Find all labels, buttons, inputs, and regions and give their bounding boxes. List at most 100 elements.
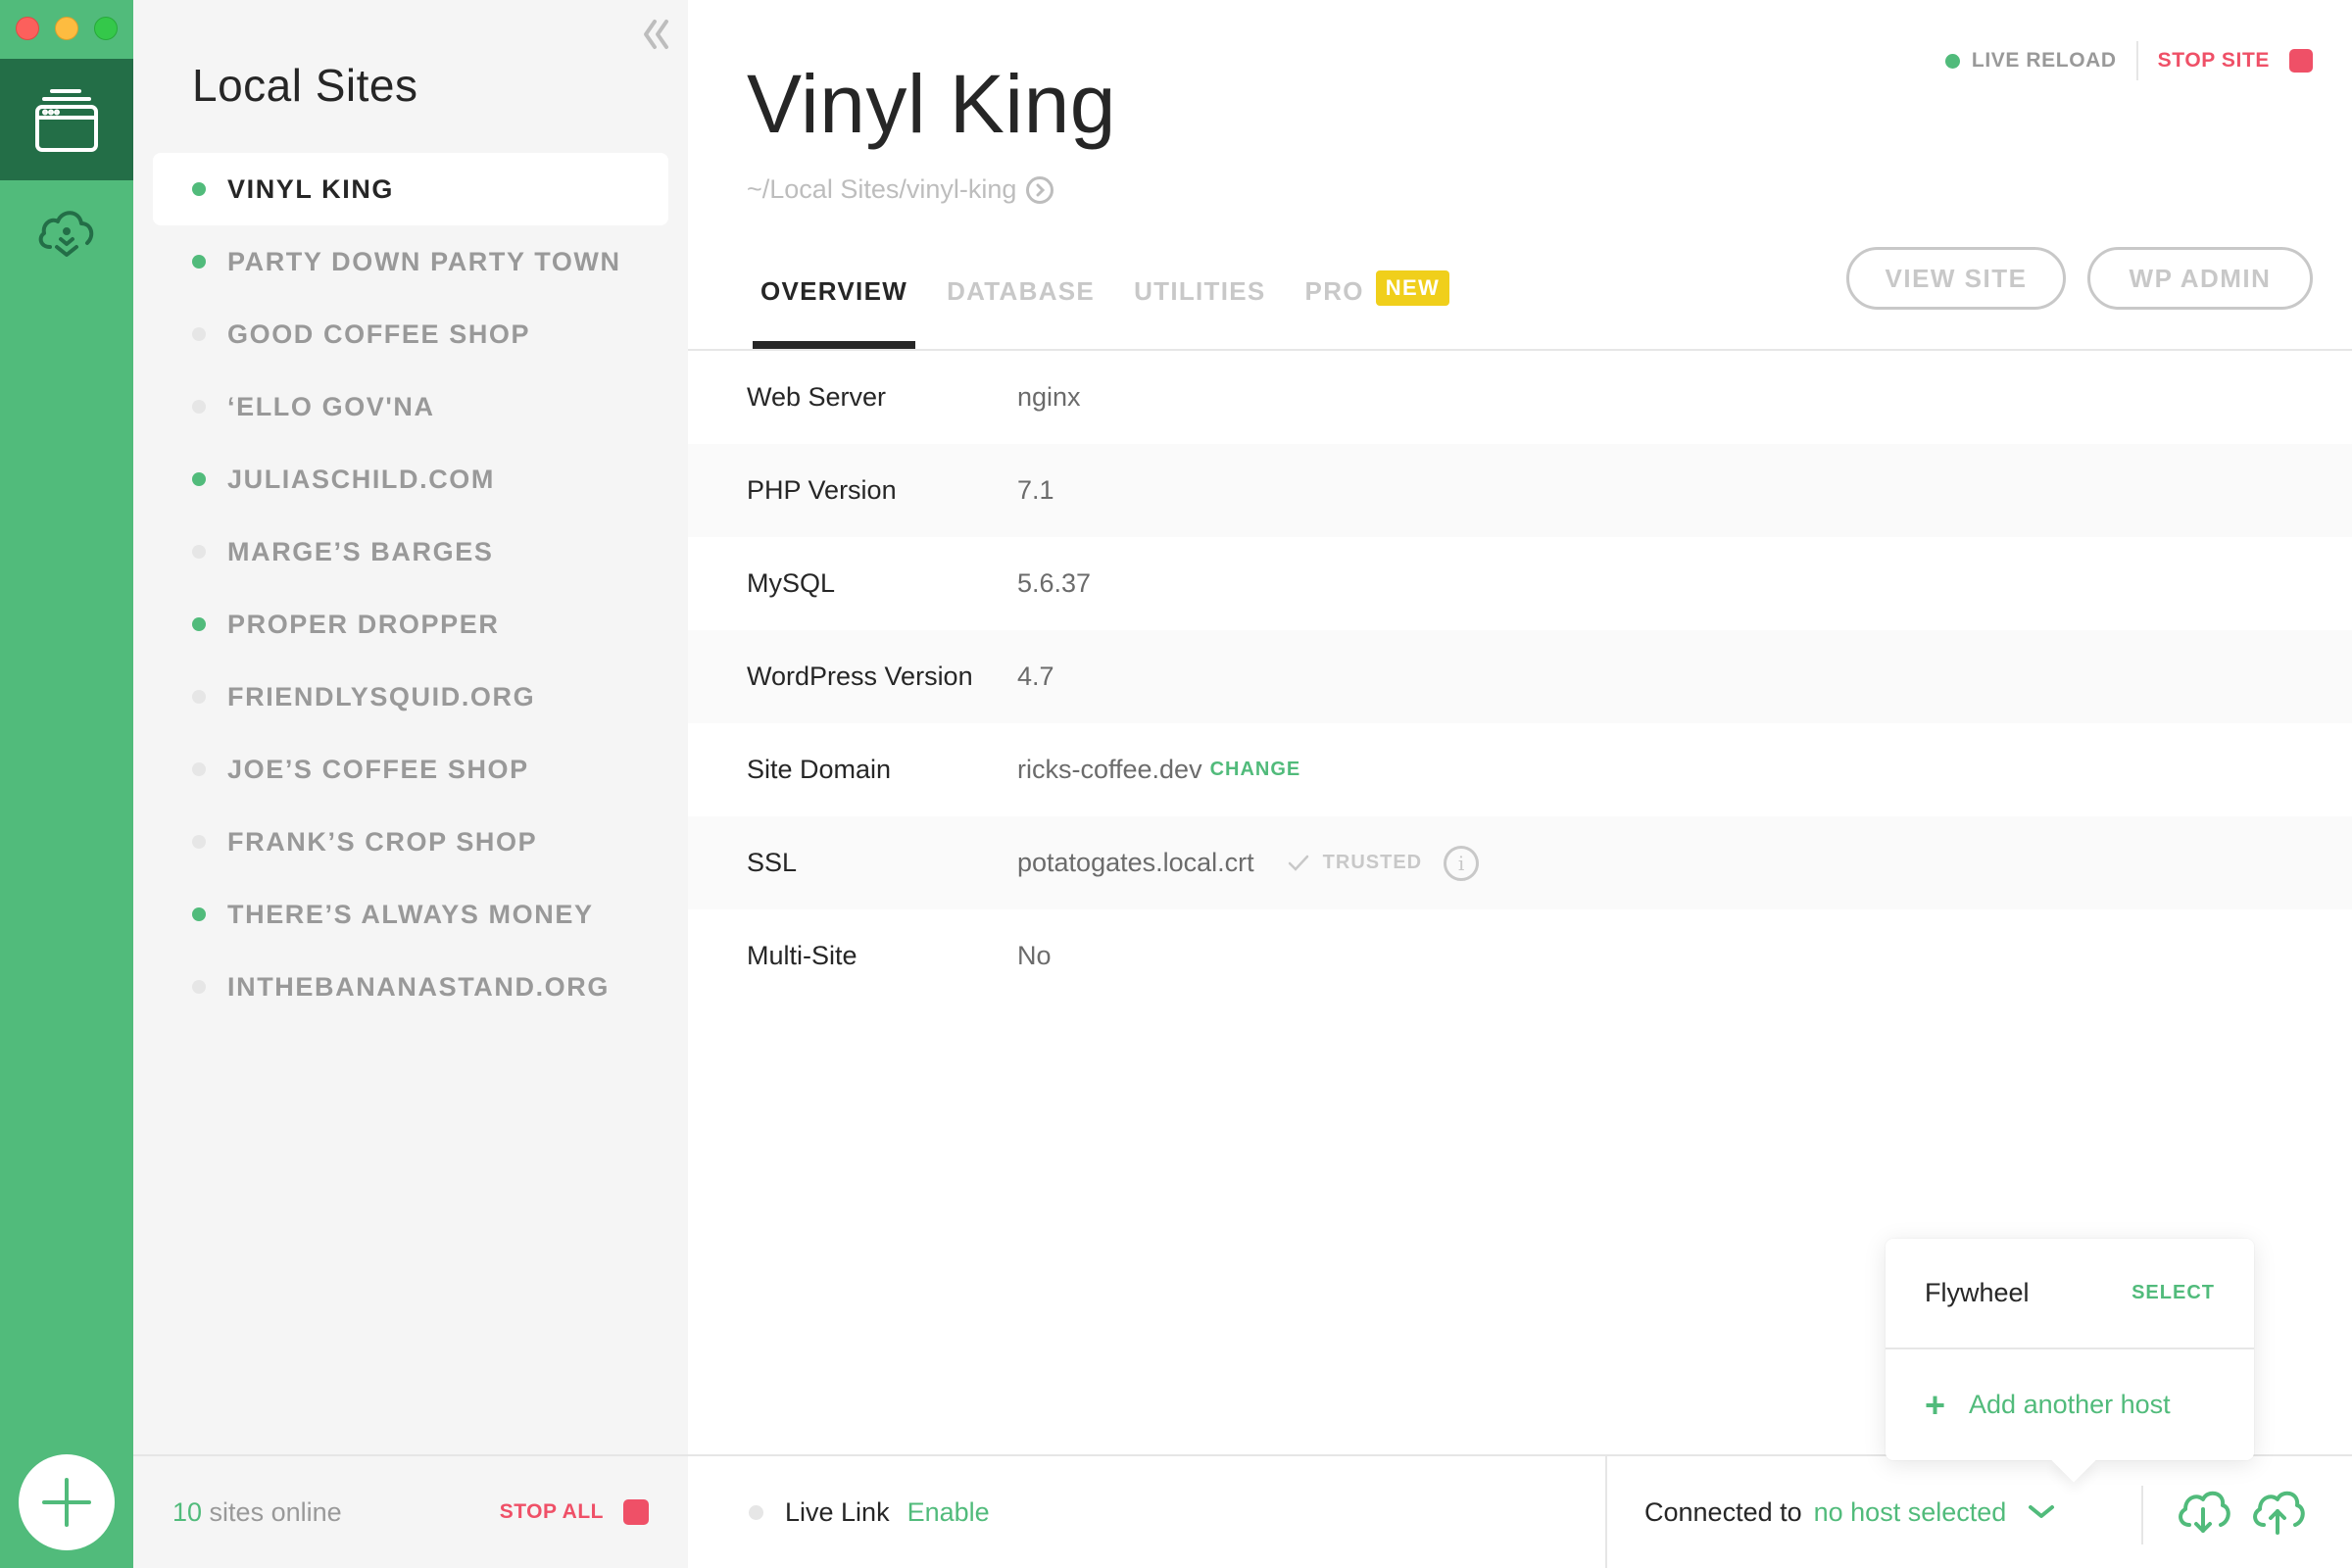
divider	[1605, 1456, 1607, 1568]
overview-row-site-domain: Site Domain ricks-coffee.dev CHANGE	[688, 723, 2352, 816]
collapse-sidebar-button[interactable]	[641, 18, 670, 51]
info-icon[interactable]: i	[1444, 845, 1480, 881]
tab-overview[interactable]: OVERVIEW	[752, 265, 916, 349]
tab-label: DATABASE	[947, 276, 1096, 306]
tab-label: OVERVIEW	[760, 276, 908, 306]
sites-online-status: 10 sites online	[172, 1497, 342, 1528]
ssl-cert-value: potatogates.local.crt	[1017, 848, 1254, 877]
cloud-download-icon	[38, 211, 94, 257]
site-list-item[interactable]: THERE’S ALWAYS MONEY	[153, 878, 668, 951]
live-reload-label: LIVE RELOAD	[1971, 49, 2117, 72]
site-buttons: VIEW SITE WP ADMIN	[1846, 247, 2313, 310]
wp-admin-button[interactable]: WP ADMIN	[2087, 247, 2313, 310]
tab-label: PRO	[1304, 276, 1364, 306]
stop-all-label: STOP ALL	[499, 1500, 604, 1523]
row-value: 7.1	[1017, 475, 1054, 505]
site-name: VINYL KING	[227, 173, 395, 204]
add-site-button[interactable]	[19, 1454, 115, 1550]
site-status-dot	[192, 182, 206, 196]
select-host-button[interactable]: SELECT	[2132, 1282, 2215, 1304]
overview-table: Web Server nginx PHP Version 7.1 MySQL 5…	[688, 351, 2352, 1003]
overview-row-ssl: SSL potatogates.local.crt TRUSTED i	[688, 816, 2352, 909]
sites-sidebar: Local Sites VINYL KING PARTY DOWN PARTY T…	[133, 0, 688, 1568]
add-host-label: Add another host	[1969, 1390, 2171, 1419]
tab-database[interactable]: DATABASE	[947, 265, 1095, 347]
site-name: ‘ELLO GOV'NA	[227, 391, 435, 421]
site-list-item[interactable]: ‘ELLO GOV'NA	[153, 370, 668, 443]
row-value: 5.6.37	[1017, 568, 1092, 598]
rail-item-local-sites[interactable]	[0, 59, 133, 180]
overview-row-wordpress-version: WordPress Version 4.7	[688, 630, 2352, 723]
live-link-label: Live Link	[785, 1496, 890, 1527]
change-domain-link[interactable]: CHANGE	[1210, 759, 1301, 781]
checkmark-icon	[1288, 855, 1308, 871]
site-list-item[interactable]: FRANK’S CROP SHOP	[153, 806, 668, 878]
stop-site-button[interactable]: STOP SITE	[2158, 49, 2313, 73]
push-button[interactable]	[2250, 1486, 2305, 1537]
row-label: Multi-Site	[747, 941, 858, 970]
site-list: VINYL KING PARTY DOWN PARTY TOWN GOOD COFF…	[153, 153, 668, 1023]
site-name: JOE’S COFFEE SHOP	[227, 754, 529, 784]
site-list-item[interactable]: JOE’S COFFEE SHOP	[153, 733, 668, 806]
add-another-host-button[interactable]: + Add another host	[1925, 1384, 2171, 1425]
overview-row-mysql: MySQL 5.6.37	[688, 537, 2352, 630]
site-name: FRIENDLYSQUID.ORG	[227, 681, 536, 711]
row-value-group: ricks-coffee.dev CHANGE	[1017, 755, 1300, 785]
row-label: Web Server	[747, 382, 887, 412]
divider	[2135, 41, 2138, 80]
sites-online-count: 10	[172, 1496, 203, 1527]
site-domain-value: ricks-coffee.dev	[1017, 755, 1202, 784]
site-list-item[interactable]: MARGE’S BARGES	[153, 515, 668, 588]
pull-button[interactable]	[2176, 1486, 2230, 1537]
live-link-status-dot	[749, 1504, 763, 1520]
divider	[2141, 1486, 2143, 1544]
window-maximize-button[interactable]	[94, 17, 118, 40]
overview-row-web-server: Web Server nginx	[688, 351, 2352, 444]
tab-pro[interactable]: PRO NEW	[1304, 265, 1450, 347]
enable-live-link-button[interactable]: Enable	[907, 1497, 990, 1528]
row-value-group: potatogates.local.crt TRUSTED i	[1017, 845, 1480, 881]
site-list-item[interactable]: PARTY DOWN PARTY TOWN	[153, 225, 668, 298]
row-label: SSL	[747, 848, 798, 877]
site-tabs: OVERVIEW DATABASE UTILITIES PRO NEW	[752, 265, 1450, 349]
host-connection: Connected to no host selected	[1644, 1456, 2055, 1568]
site-name: JULIASCHILD.COM	[227, 464, 495, 494]
window-close-button[interactable]	[16, 17, 39, 40]
site-path-link[interactable]: ~/Local Sites/vinyl-king	[747, 174, 1054, 205]
site-list-item[interactable]: PROPER DROPPER	[153, 588, 668, 661]
live-reload-status-dot	[1944, 53, 1960, 69]
site-top-actions: LIVE RELOAD STOP SITE	[1944, 39, 2313, 82]
site-status-dot	[192, 327, 206, 341]
ssl-trusted-label: TRUSTED	[1322, 852, 1423, 873]
host-selector[interactable]: no host selected	[1814, 1497, 2007, 1528]
stop-site-label: STOP SITE	[2157, 49, 2270, 72]
site-name: PARTY DOWN PARTY TOWN	[227, 246, 621, 276]
row-value: No	[1017, 941, 1052, 970]
plus-icon: +	[1925, 1384, 1946, 1425]
new-badge: NEW	[1375, 270, 1450, 306]
plus-icon	[42, 1478, 91, 1527]
row-label: PHP Version	[747, 475, 897, 505]
tab-utilities[interactable]: UTILITIES	[1134, 265, 1265, 347]
chevron-down-icon[interactable]	[2028, 1504, 2055, 1520]
site-status-dot	[192, 617, 206, 631]
view-site-button[interactable]: VIEW SITE	[1846, 247, 2066, 310]
rail-item-connect[interactable]	[0, 196, 133, 274]
site-list-item[interactable]: GOOD COFFEE SHOP	[153, 298, 668, 370]
live-reload-toggle[interactable]: LIVE RELOAD	[1944, 49, 2117, 73]
site-title: Vinyl King	[747, 58, 1117, 150]
site-status-dot	[192, 400, 206, 414]
stop-icon	[623, 1499, 649, 1525]
stop-all-button[interactable]: STOP ALL	[500, 1499, 649, 1525]
site-list-item[interactable]: INTHEBANANASTAND.ORG	[153, 951, 668, 1023]
site-footer: Live Link Enable Connected to no host se…	[688, 1454, 2352, 1568]
site-status-dot	[192, 907, 206, 921]
site-status-dot	[192, 545, 206, 559]
site-status-dot	[192, 762, 206, 776]
window-minimize-button[interactable]	[55, 17, 78, 40]
site-name: FRANK’S CROP SHOP	[227, 826, 538, 857]
site-list-item[interactable]: VINYL KING	[153, 153, 668, 225]
window-controls	[16, 17, 118, 40]
site-list-item[interactable]: FRIENDLYSQUID.ORG	[153, 661, 668, 733]
site-list-item[interactable]: JULIASCHILD.COM	[153, 443, 668, 515]
